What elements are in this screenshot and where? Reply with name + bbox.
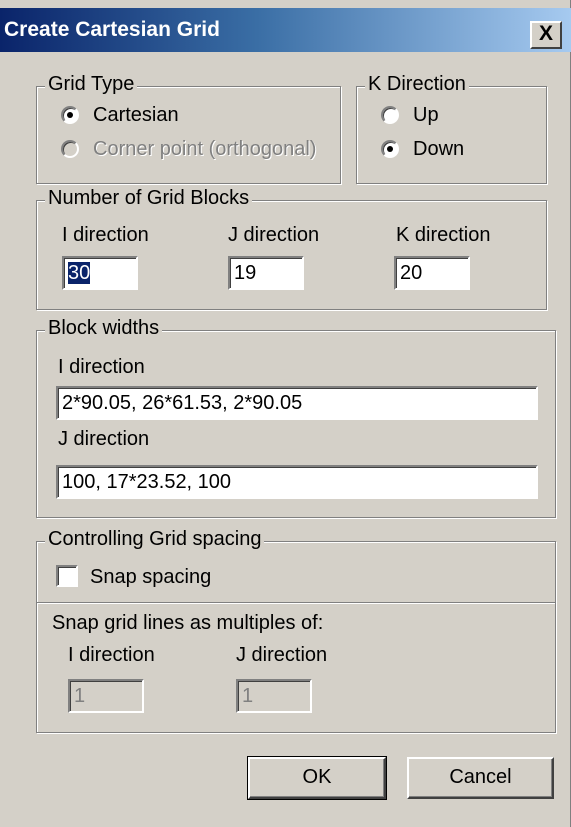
width-j-direction-value: 100, 17*23.52, 100 (62, 471, 232, 493)
snap-i-direction-input[interactable]: 1 (68, 679, 144, 713)
grid-type-group: Grid Type (36, 73, 341, 184)
spacing-divider (37, 602, 555, 604)
close-button[interactable]: X (530, 21, 562, 49)
snap-j-direction-input[interactable]: 1 (236, 679, 312, 713)
cancel-button[interactable]: Cancel (407, 757, 554, 799)
k-direction-group: K Direction (356, 73, 547, 184)
num-j-direction-label: J direction (228, 224, 320, 246)
radio-selected-dot (67, 112, 73, 118)
snap-multiples-label: Snap grid lines as multiples of: (52, 612, 324, 634)
grid-type-label: Grid Type (45, 73, 138, 96)
close-icon: X (538, 22, 553, 45)
snap-spacing-checkbox[interactable] (56, 565, 78, 587)
num-j-direction-value: 19 (234, 262, 257, 284)
snap-j-direction-value: 1 (242, 685, 254, 707)
width-j-direction-input[interactable]: 100, 17*23.52, 100 (56, 465, 538, 499)
radio-down-label[interactable]: Down (413, 138, 464, 161)
radio-corner-point-label[interactable]: Corner point (orthogonal) (93, 138, 316, 161)
num-i-direction-value: 30 (68, 262, 91, 284)
num-grid-blocks-label: Number of Grid Blocks (45, 187, 253, 210)
num-i-direction-input[interactable]: 30 (62, 256, 138, 290)
width-j-direction-label: J direction (58, 428, 150, 450)
num-grid-blocks-group: Number of Grid Blocks (36, 187, 547, 310)
radio-cartesian[interactable] (61, 106, 79, 124)
num-k-direction-input[interactable]: 20 (394, 256, 470, 290)
width-i-direction-value: 2*90.05, 26*61.53, 2*90.05 (62, 392, 303, 414)
width-i-direction-label: I direction (58, 356, 145, 378)
ok-button-label: OK (302, 766, 332, 788)
create-cartesian-grid-dialog: Create Cartesian Grid X Grid Type Cartes… (0, 0, 571, 827)
radio-up-label[interactable]: Up (413, 104, 439, 127)
radio-corner-point[interactable] (61, 140, 79, 158)
snap-spacing-label[interactable]: Snap spacing (90, 566, 211, 589)
k-direction-label: K Direction (365, 73, 469, 96)
radio-selected-dot (387, 146, 393, 152)
snap-j-direction-label: J direction (236, 644, 328, 666)
cancel-button-label: Cancel (449, 766, 512, 788)
block-widths-label: Block widths (45, 317, 163, 340)
snap-i-direction-label: I direction (68, 644, 155, 666)
ok-button[interactable]: OK (247, 756, 387, 800)
radio-cartesian-label[interactable]: Cartesian (93, 104, 179, 127)
snap-i-direction-value: 1 (74, 685, 86, 707)
num-k-direction-label: K direction (396, 224, 491, 246)
num-j-direction-input[interactable]: 19 (228, 256, 304, 290)
radio-up[interactable] (381, 106, 399, 124)
num-k-direction-value: 20 (400, 262, 423, 284)
num-i-direction-label: I direction (62, 224, 149, 246)
radio-down[interactable] (381, 140, 399, 158)
window-title: Create Cartesian Grid (4, 18, 220, 41)
width-i-direction-input[interactable]: 2*90.05, 26*61.53, 2*90.05 (56, 386, 538, 420)
title-bar[interactable]: Create Cartesian Grid X (0, 8, 571, 52)
grid-spacing-label: Controlling Grid spacing (45, 528, 265, 551)
